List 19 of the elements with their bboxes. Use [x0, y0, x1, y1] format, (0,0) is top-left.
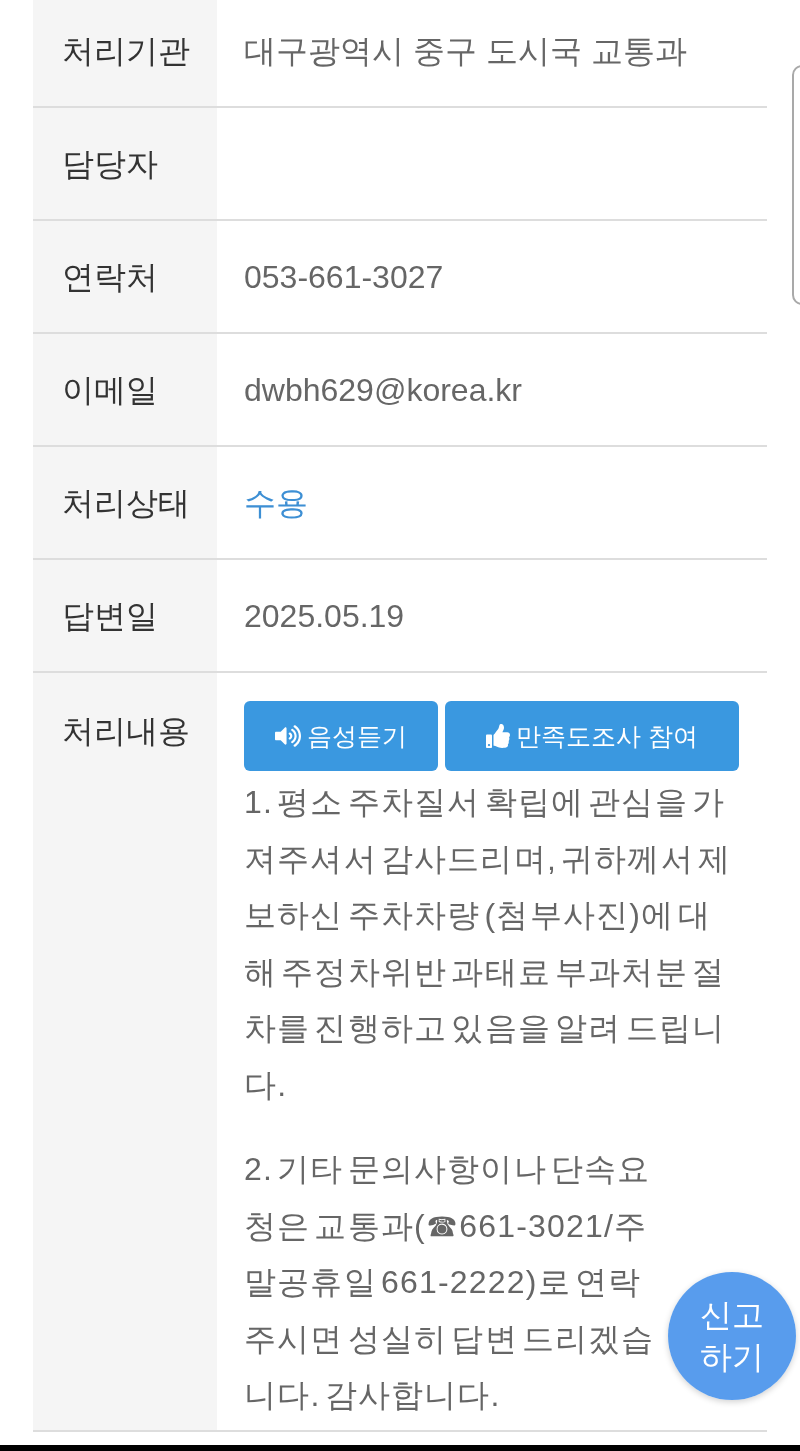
- status-value: 수용: [244, 483, 308, 523]
- row-label: 처리상태: [62, 483, 190, 523]
- listen-button[interactable]: 음성듣기: [244, 701, 438, 771]
- row-label: 답변일: [62, 596, 158, 636]
- answer-paragraph: 1. 평소 주차질서 확립에 관심을 가져주셔서 감사드리며, 귀하께서 제보하신 주차차량 (첨부사진)에 대해 주정차위반 과태료 부과처분 절차를 진행하고 있음을 알려 드립니다.: [244, 783, 733, 1105]
- row-label: 연락처: [62, 257, 158, 297]
- row-label: 이메일: [62, 370, 158, 410]
- row-value: 2025.05.19: [244, 596, 405, 636]
- speaker-icon: [275, 723, 301, 749]
- survey-button[interactable]: 만족도조사 참여: [445, 701, 739, 771]
- row-label: 처리기관: [62, 31, 190, 71]
- report-button[interactable]: 신고하기: [668, 1272, 796, 1400]
- row-label: 처리내용: [62, 712, 190, 751]
- row-label: 담당자: [62, 144, 158, 184]
- row-value: 대구광역시 중구 도시국 교통과: [244, 31, 687, 71]
- row-value: dwbh629@korea.kr: [244, 370, 522, 410]
- answer-paragraph: 2. 기타 문의사항이나 단속요청은 교통과(☎661-3021/주말공휴일 661-2222)로 연락주시면 성실히 답변 드리겠습니다. 감사합니다.: [244, 1150, 656, 1415]
- thumbs-up-icon: [486, 724, 510, 748]
- row-value: 053-661-3027: [244, 257, 444, 297]
